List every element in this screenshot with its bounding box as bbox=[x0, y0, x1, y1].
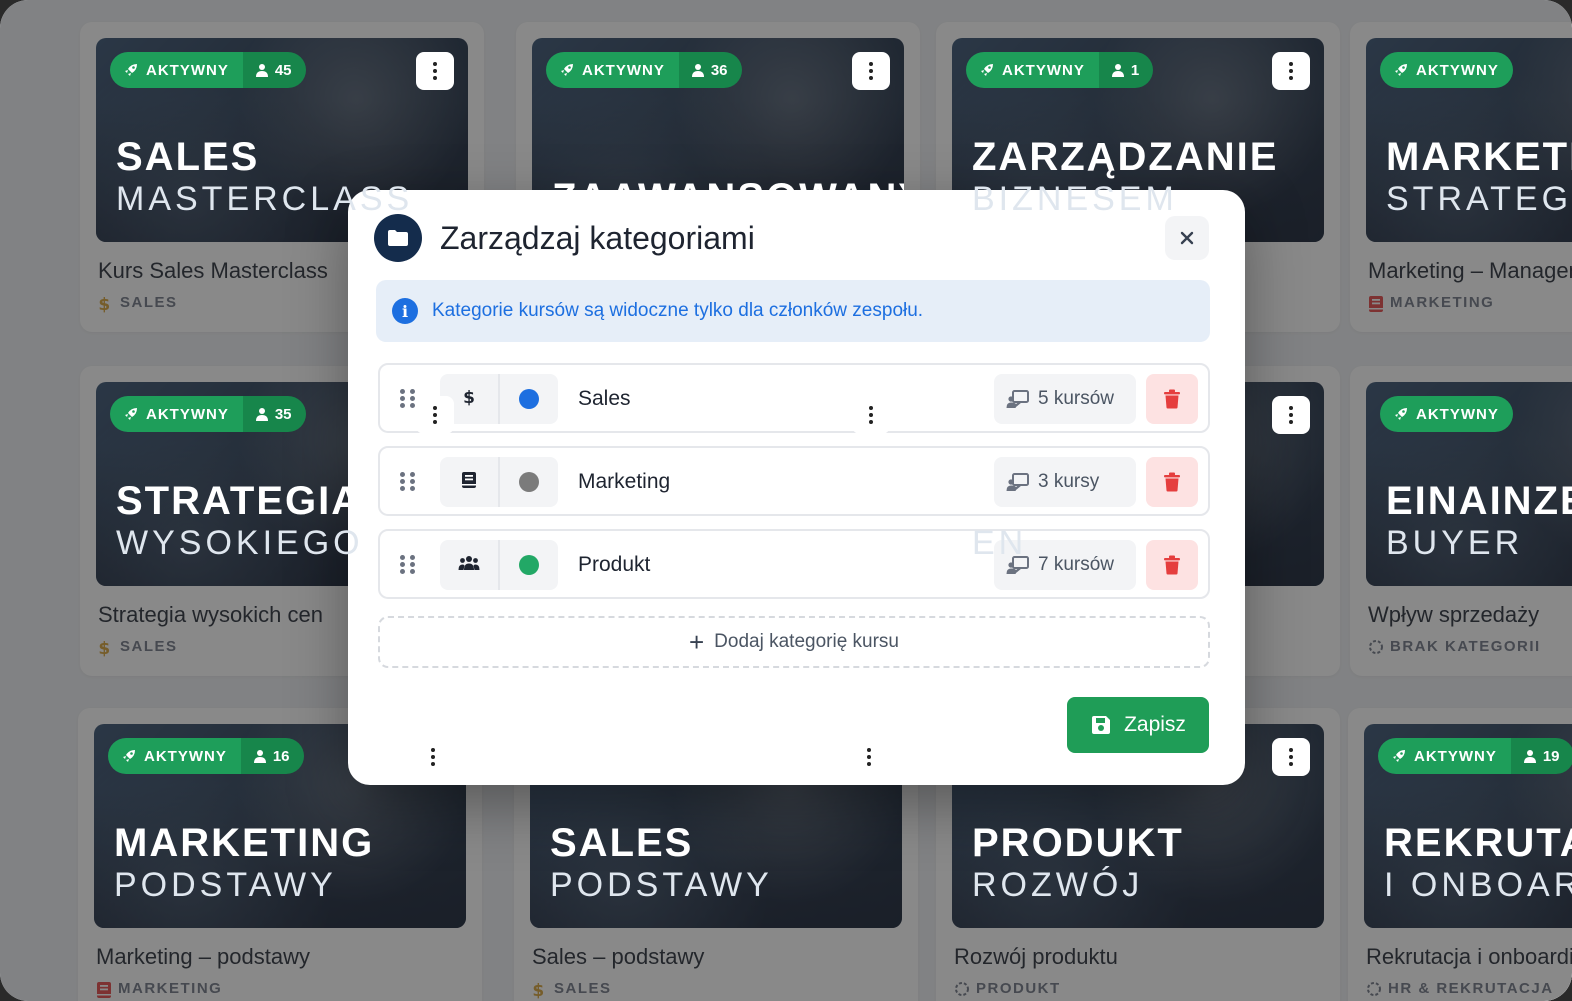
color-swatch bbox=[519, 555, 539, 575]
delete-category-button[interactable] bbox=[1146, 540, 1198, 590]
status-label: AKTYWNY bbox=[582, 61, 665, 79]
status-badge: AKTYWNY 16 bbox=[108, 738, 304, 774]
course-count-badge: 5 kursów bbox=[994, 374, 1136, 424]
status-badge: AKTYWNY bbox=[1380, 396, 1513, 432]
more-options-icon[interactable] bbox=[416, 52, 454, 90]
people-icon bbox=[458, 555, 480, 576]
thumbnail-title: ZAAWANSOWANY bbox=[552, 176, 904, 220]
status-label: AKTYWNY bbox=[1416, 61, 1499, 79]
status-label: AKTYWNY bbox=[1414, 747, 1497, 765]
drag-handle-icon[interactable] bbox=[400, 389, 416, 409]
thumbnail-title: EINAINZE BUYER bbox=[1386, 479, 1572, 563]
trash-icon bbox=[1164, 555, 1180, 575]
more-options-icon[interactable] bbox=[852, 396, 890, 434]
enrolled-count: 35 bbox=[242, 396, 306, 432]
save-button[interactable]: Zapisz bbox=[1067, 697, 1209, 753]
trash-icon bbox=[1164, 389, 1180, 409]
enrolled-count: 16 bbox=[240, 738, 304, 774]
trash-icon bbox=[1164, 472, 1180, 492]
category-row: $ 5 kursów bbox=[378, 363, 1210, 433]
more-options-icon[interactable] bbox=[1272, 396, 1310, 434]
add-category-label: Dodaj kategorię kursu bbox=[714, 631, 899, 652]
book-icon bbox=[461, 471, 477, 494]
category-name-input[interactable] bbox=[578, 553, 958, 577]
thumbnail-title: ZARZĄDZANIE BIZNESEM bbox=[972, 135, 1279, 219]
more-options-icon[interactable] bbox=[1272, 738, 1310, 776]
category-icon-picker[interactable] bbox=[440, 540, 500, 590]
svg-text:$: $ bbox=[463, 388, 475, 406]
status-badge: AKTYWNY bbox=[1380, 52, 1513, 88]
folder-icon bbox=[374, 214, 422, 262]
floppy-disk-icon bbox=[1092, 716, 1111, 734]
thumbnail-title: STRATEGIA WYSOKIEGO bbox=[116, 479, 364, 563]
status-badge: AKTYWNY 36 bbox=[546, 52, 742, 88]
info-icon: i bbox=[392, 298, 418, 324]
more-options-icon[interactable] bbox=[416, 396, 454, 434]
more-options-icon[interactable] bbox=[852, 52, 890, 90]
app-window: AKTYWNY 45 SALES MASTERCLASS Kurs Sales … bbox=[0, 0, 1572, 1001]
modal-header: Zarządzaj kategoriami bbox=[374, 214, 755, 262]
enrolled-count: 19 bbox=[1510, 738, 1572, 774]
add-category-button[interactable]: + Dodaj kategorię kursu bbox=[378, 616, 1210, 668]
course-board-icon bbox=[1006, 473, 1029, 491]
delete-category-button[interactable] bbox=[1146, 457, 1198, 507]
category-row: 7 kursów bbox=[378, 529, 1210, 599]
category-color-picker[interactable] bbox=[500, 540, 558, 590]
enrolled-count: 1 bbox=[1098, 52, 1154, 88]
info-banner: i Kategorie kursów są widoczne tylko dla… bbox=[376, 280, 1210, 342]
thumbnail-title: SALES PODSTAWY bbox=[550, 821, 773, 905]
save-label: Zapisz bbox=[1124, 713, 1186, 736]
enrolled-count: 36 bbox=[678, 52, 742, 88]
category-list: $ 5 kursów 3 kursy 7 kursów bbox=[378, 363, 1210, 612]
thumbnail-title: SALES MASTERCLASS bbox=[116, 135, 414, 219]
category-row: 3 kursy bbox=[378, 446, 1210, 516]
more-options-icon[interactable] bbox=[1272, 52, 1310, 90]
enrolled-count: 45 bbox=[242, 52, 306, 88]
color-swatch bbox=[519, 472, 539, 492]
dollar-icon: $ bbox=[462, 388, 476, 411]
category-name-input[interactable] bbox=[578, 387, 958, 411]
thumbnail-title: MARKETING PODSTAWY bbox=[114, 821, 375, 905]
category-color-picker[interactable] bbox=[500, 457, 558, 507]
category-icon-picker[interactable] bbox=[440, 457, 500, 507]
category-name-input[interactable] bbox=[578, 470, 958, 494]
course-count-badge: 3 kursy bbox=[994, 457, 1136, 507]
status-label: AKTYWNY bbox=[146, 405, 229, 423]
thumbnail-title: REKRUTACJA I ONBOARDING bbox=[1384, 821, 1572, 905]
delete-category-button[interactable] bbox=[1146, 374, 1198, 424]
course-thumbnail: AKTYWNY 19 REKRUTACJA I ONBOARDING bbox=[1364, 724, 1572, 928]
plus-icon: + bbox=[688, 627, 705, 657]
status-badge: AKTYWNY 1 bbox=[966, 52, 1154, 88]
thumbnail-title: PRODUKT ROZWÓJ bbox=[972, 821, 1184, 905]
status-badge: AKTYWNY 35 bbox=[110, 396, 306, 432]
thumbnail-title: EN bbox=[972, 524, 1028, 563]
color-swatch bbox=[519, 389, 539, 409]
status-label: AKTYWNY bbox=[146, 61, 229, 79]
close-button[interactable] bbox=[1165, 216, 1209, 260]
category-color-picker[interactable] bbox=[500, 374, 558, 424]
status-label: AKTYWNY bbox=[144, 747, 227, 765]
close-icon bbox=[1180, 231, 1194, 245]
manage-categories-modal: Zarządzaj kategoriami i Kategorie kursów… bbox=[348, 190, 1245, 785]
status-badge: AKTYWNY 45 bbox=[110, 52, 306, 88]
drag-handle-icon[interactable] bbox=[400, 472, 416, 492]
status-badge: AKTYWNY 19 bbox=[1378, 738, 1572, 774]
drag-handle-icon[interactable] bbox=[400, 555, 416, 575]
course-board-icon bbox=[1006, 390, 1029, 408]
status-label: AKTYWNY bbox=[1002, 61, 1085, 79]
modal-title: Zarządzaj kategoriami bbox=[440, 219, 755, 256]
info-text: Kategorie kursów są widoczne tylko dla c… bbox=[432, 300, 924, 321]
thumbnail-title: MARKETING STRATEGIA bbox=[1386, 135, 1572, 219]
more-options-icon[interactable] bbox=[850, 738, 888, 776]
more-options-icon[interactable] bbox=[414, 738, 452, 776]
status-label: AKTYWNY bbox=[1416, 405, 1499, 423]
